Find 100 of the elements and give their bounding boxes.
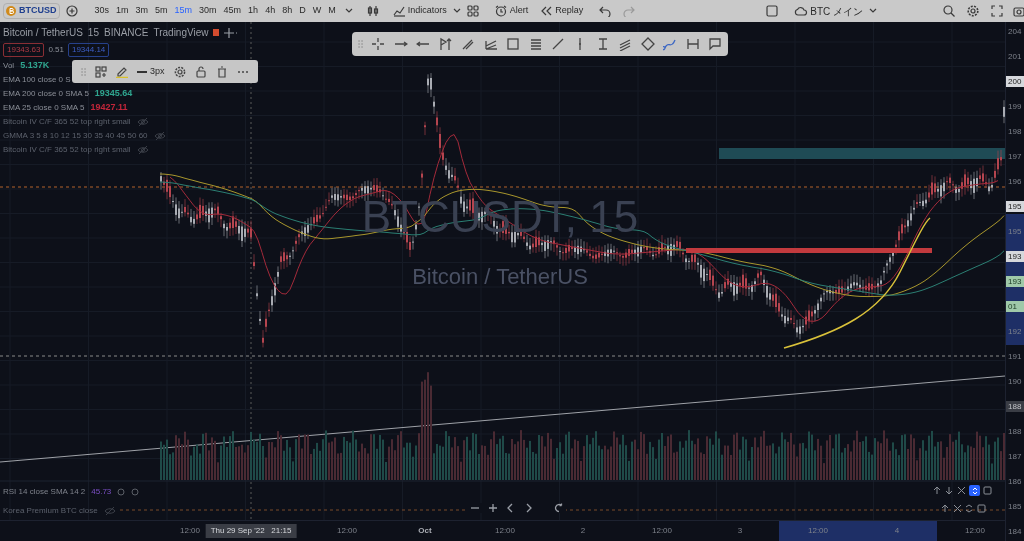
indicator-value: 5.137K	[20, 58, 50, 72]
bitcoin-logo-icon	[6, 6, 16, 16]
indicator-name: RSI 14 close SMA 14 2	[3, 486, 86, 498]
channel-icon[interactable]	[618, 37, 633, 51]
price-badge: 195	[1006, 201, 1024, 212]
chevron-down-icon[interactable]	[869, 7, 877, 15]
crosshair-icon[interactable]	[371, 37, 386, 51]
indicator-value: 19345.64	[94, 86, 133, 100]
price-badge: 01	[1006, 301, 1024, 312]
interval-button[interactable]: 1h	[245, 3, 262, 19]
trash-icon[interactable]	[216, 65, 229, 78]
spread-value: 0.51	[48, 44, 64, 56]
chevron-down-icon[interactable]	[452, 7, 461, 15]
arrow-up-icon[interactable]	[933, 486, 942, 495]
indicator-name: Bitcoin IV C/F 365 52 top right small	[3, 115, 131, 128]
price-badge: 193	[1006, 251, 1024, 262]
indicator-name: Korea Premium BTC close	[3, 505, 98, 517]
price-label: 204	[1007, 26, 1023, 37]
zoom-in-icon[interactable]	[488, 503, 498, 513]
close-icon[interactable]	[953, 504, 962, 513]
time-label: 12:00	[808, 525, 828, 537]
crosshair-dots-icon[interactable]	[224, 27, 239, 38]
line-width-button[interactable]: 3px	[137, 64, 165, 79]
alert-button[interactable]: Alert	[494, 4, 529, 18]
interval-button[interactable]: 4h	[262, 3, 279, 19]
price-label: 196	[1007, 176, 1023, 187]
arrow-up-icon[interactable]	[941, 504, 950, 513]
interval-button[interactable]: 30m	[196, 3, 220, 19]
maximize-pane-button[interactable]	[969, 485, 980, 496]
replay-button[interactable]: Replay	[540, 4, 584, 18]
reset-icon[interactable]	[554, 503, 564, 513]
time-label: 12:00	[180, 525, 200, 537]
flag-pole-icon[interactable]	[438, 37, 453, 51]
price-label: 191	[1007, 351, 1023, 362]
templates-icon[interactable]	[94, 65, 107, 78]
layout-button[interactable]: BTC メイン	[794, 3, 863, 19]
legend-title-text: 15	[87, 26, 99, 40]
parallel-lines-icon[interactable]	[528, 37, 543, 51]
camera-icon[interactable]	[1013, 5, 1024, 17]
indicator-name: EMA 25 close 0 SMA 5	[3, 101, 85, 114]
legend-title-text: Bitcoin / TetherUS	[3, 26, 83, 40]
price-label: 192	[1007, 326, 1023, 337]
indicators-button[interactable]: Indicators	[392, 4, 447, 18]
diamond-icon[interactable]	[640, 37, 655, 51]
fullscreen-icon[interactable]	[991, 5, 1003, 17]
interval-button[interactable]: 30s	[91, 3, 112, 19]
chevron-right-icon[interactable]	[524, 503, 534, 513]
time-label: 12:00	[337, 525, 357, 537]
indicator-name: EMA 200 close 0 SMA 5	[3, 87, 89, 100]
close-icon[interactable]	[957, 486, 966, 495]
indicator-value: 19427.11	[90, 100, 128, 114]
add-circle-icon[interactable]	[65, 5, 78, 17]
interval-button[interactable]: W	[309, 3, 325, 19]
line-chart-icon	[392, 5, 405, 17]
interval-button[interactable]: 5m	[152, 3, 171, 19]
bid-price: 19343.63	[3, 43, 45, 57]
price-label: 197	[1007, 151, 1023, 162]
price-label: 199	[1007, 101, 1023, 112]
interval-button[interactable]: M	[325, 3, 339, 19]
price-label: 187	[1007, 451, 1023, 462]
chevron-down-icon[interactable]	[344, 7, 353, 15]
interval-button[interactable]: D	[296, 3, 309, 19]
search-icon[interactable]	[943, 5, 955, 17]
drag-handle-icon[interactable]	[80, 67, 86, 76]
legend-title-text: TradingView	[153, 26, 209, 40]
flag-icon[interactable]	[213, 29, 220, 36]
price-label: 186	[1007, 476, 1023, 487]
interval-button[interactable]: 3m	[132, 3, 152, 19]
more-icon[interactable]	[237, 69, 250, 74]
symbol-search[interactable]: BTCUSD	[3, 3, 60, 19]
arrow-down-icon[interactable]	[945, 486, 954, 495]
description-watermark: Bitcoin / TetherUS	[412, 264, 588, 289]
legend-title-text: BINANCE	[104, 26, 149, 40]
drag-handle-icon[interactable]	[358, 40, 363, 48]
price-label: 184	[1007, 526, 1023, 537]
rewind-icon	[540, 5, 553, 17]
crosshair-time-label: Thu 29 Sep '22 21:15	[205, 524, 297, 538]
bracket-icon[interactable]	[685, 37, 700, 51]
time-label: 12:00	[652, 525, 672, 537]
price-label: 188	[1007, 426, 1023, 437]
interval-button[interactable]: 8h	[279, 3, 296, 19]
grid-icon[interactable]	[466, 5, 479, 17]
rectangle-icon[interactable]	[506, 37, 521, 51]
undo-icon[interactable]	[599, 5, 612, 17]
candles-icon[interactable]	[366, 5, 379, 17]
time-label: 12:00	[495, 525, 515, 537]
interval-button[interactable]: 45m	[220, 3, 245, 19]
checkbox-icon[interactable]	[766, 5, 779, 17]
trend-line-icon[interactable]	[550, 37, 565, 51]
time-label: 3	[737, 525, 743, 537]
interval-button[interactable]: 1m	[113, 3, 132, 19]
curve-icon[interactable]	[663, 37, 678, 51]
expand-icon[interactable]	[965, 504, 974, 513]
callout-icon[interactable]	[708, 37, 722, 51]
price-label: 201	[1007, 51, 1023, 62]
price-label: 195	[1007, 226, 1023, 237]
price-badge: 200	[1006, 76, 1024, 87]
padlock-icon[interactable]	[194, 65, 207, 78]
price-label: 190	[1007, 376, 1023, 387]
indicator-value: 45.73	[91, 486, 112, 498]
